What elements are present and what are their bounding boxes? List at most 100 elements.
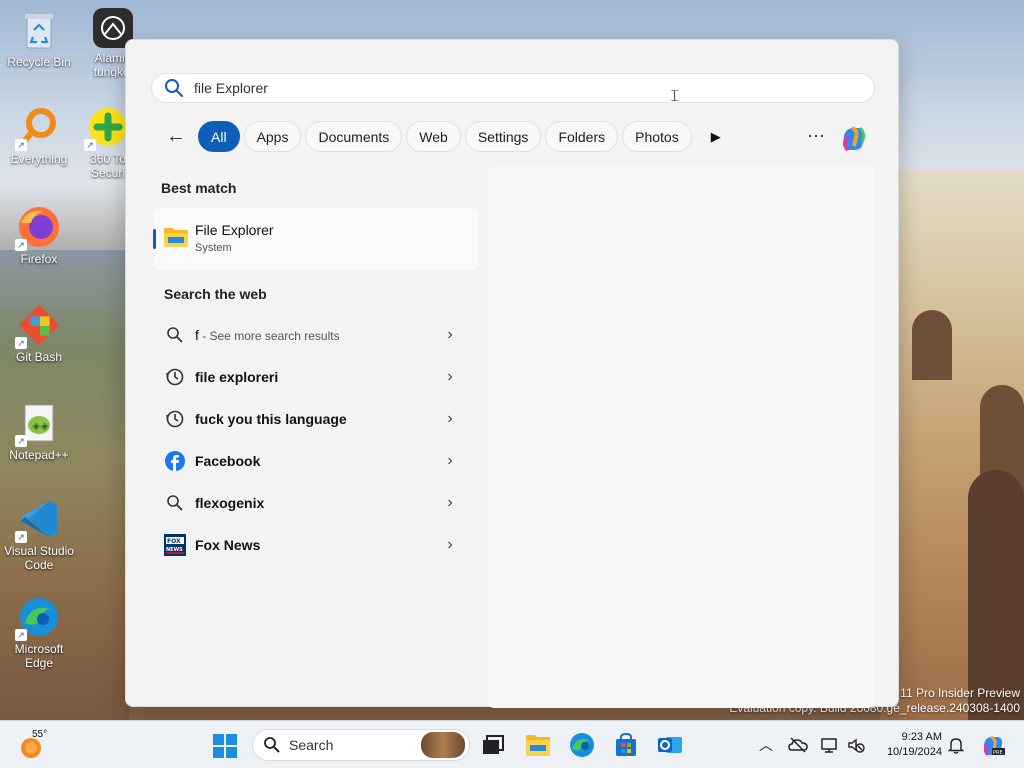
web-result-row[interactable]: fuck you this language › [154, 400, 478, 438]
search-box[interactable] [151, 73, 875, 103]
shortcut-arrow-icon: ↗ [15, 629, 27, 641]
svg-text:PRE: PRE [993, 750, 1003, 756]
filter-apps[interactable]: Apps [243, 121, 302, 152]
desktop-icon-label: Notepad++ [9, 448, 69, 462]
desktop-icon-recycle-bin[interactable]: Recycle Bin [0, 8, 78, 69]
filter-photos[interactable]: Photos [622, 121, 692, 152]
chevron-right-icon[interactable]: › [440, 368, 460, 386]
wallpaper-right [880, 170, 1024, 720]
desktop-icon-everything[interactable]: ↗ Everything [0, 105, 78, 166]
desktop-icon-firefox[interactable]: ↗ Firefox [0, 205, 78, 266]
chevron-right-icon[interactable]: › [440, 410, 460, 428]
filter-settings[interactable]: Settings [464, 121, 542, 152]
chevron-right-icon[interactable]: › [440, 452, 460, 470]
search-icon [264, 737, 280, 753]
copilot-preview-icon[interactable]: PRE [980, 732, 1006, 758]
build-watermark-line1: 11 Pro Insider Preview [900, 686, 1020, 700]
web-result-row[interactable]: FOX NEWS Fox News › [154, 526, 478, 564]
search-icon [165, 79, 184, 98]
system-clock[interactable]: 9:23 AM 10/19/2024 [878, 730, 942, 760]
filter-folders[interactable]: Folders [545, 121, 619, 152]
search-icon [164, 492, 186, 514]
desktop-icon-label: Firefox [20, 252, 58, 266]
clock-time: 9:23 AM [901, 731, 942, 743]
web-result-row[interactable]: file exploreri › [154, 358, 478, 396]
search-highlight-image [421, 732, 465, 758]
filter-web[interactable]: Web [406, 121, 461, 152]
copilot-icon[interactable] [838, 122, 870, 154]
web-result-row[interactable]: Facebook › [154, 442, 478, 480]
360-security-icon: ↗ [84, 105, 130, 151]
search-web-heading: Search the web [164, 286, 267, 302]
windows-start-icon[interactable] [212, 733, 238, 759]
desktop-icon-label: Recycle Bin [7, 55, 71, 69]
svg-text:++: ++ [32, 421, 49, 432]
best-match-heading: Best match [161, 180, 237, 196]
more-options-button[interactable]: ··· [802, 122, 830, 152]
weather-temperature: 55° [32, 729, 48, 740]
filter-bar: ← All Apps Documents Web Settings Folder… [162, 121, 730, 152]
desktop-icon-git-bash[interactable]: ↗ Git Bash [0, 303, 78, 364]
task-view-icon[interactable] [480, 732, 506, 758]
start-search-panel: 𝙸 ← All Apps Documents Web Settings Fold… [125, 39, 899, 708]
web-result-row[interactable]: flexogenix › [154, 484, 478, 522]
shortcut-arrow-icon: ↗ [15, 337, 27, 349]
chevron-right-icon[interactable]: › [440, 326, 460, 344]
web-result-row[interactable]: f - See more search results › [154, 316, 478, 354]
search-input[interactable] [194, 80, 794, 96]
best-match-subtitle: System [195, 242, 232, 254]
firefox-icon: ↗ [15, 205, 61, 251]
back-arrow-icon[interactable]: ← [162, 122, 190, 152]
desktop-icon-label: Visual Studio Code [4, 544, 74, 572]
notification-bell-icon[interactable] [946, 735, 966, 755]
shortcut-arrow-icon: ↗ [15, 139, 27, 151]
shortcut-arrow-icon: ↗ [15, 435, 27, 447]
scroll-filters-right-icon[interactable]: ▶ [702, 122, 730, 152]
web-result-text: Fox News [195, 537, 261, 553]
volume-muted-icon[interactable] [846, 735, 866, 755]
everything-search-icon: ↗ [15, 105, 61, 151]
file-explorer-folder-icon [164, 228, 188, 247]
shortcut-arrow-icon: ↗ [15, 531, 27, 543]
preview-pane [488, 167, 874, 708]
clock-date: 10/19/2024 [886, 746, 942, 758]
chevron-right-icon[interactable]: › [440, 536, 460, 554]
onedrive-icon[interactable] [788, 735, 808, 755]
taskbar: 55° Search ︿ 9:23 AM 10/19/2024 PRE [0, 720, 1024, 768]
desktop-icon-edge[interactable]: ↗ Microsoft Edge [0, 595, 78, 670]
text-cursor-icon: 𝙸 [669, 88, 681, 105]
desktop-icon-label: Git Bash [15, 350, 63, 364]
network-icon[interactable] [820, 735, 840, 755]
desktop-icon-notepad-plus-plus[interactable]: ++ ↗ Notepad++ [0, 401, 78, 462]
show-hidden-icons-chevron-icon[interactable]: ︿ [756, 735, 776, 755]
shortcut-arrow-icon: ↗ [84, 139, 96, 151]
history-icon [164, 408, 186, 430]
git-bash-icon: ↗ [15, 303, 61, 349]
history-icon [164, 366, 186, 388]
notepad-plus-plus-icon: ++ ↗ [15, 401, 61, 447]
desktop-icon-vscode[interactable]: ↗ Visual Studio Code [0, 497, 78, 572]
edge-icon: ↗ [15, 595, 61, 641]
best-match-name: File Explorer [195, 222, 274, 238]
desktop-icon-label: Microsoft Edge [14, 642, 64, 670]
outlook-icon[interactable] [657, 732, 683, 758]
desktop-icon-label: Everything [10, 152, 68, 166]
search-icon [164, 324, 186, 346]
vscode-icon: ↗ [15, 497, 61, 543]
svg-text:FOX: FOX [167, 538, 181, 545]
fox-news-icon: FOX NEWS [164, 534, 186, 556]
file-explorer-icon[interactable] [525, 732, 551, 758]
taskbar-search-label: Search [289, 737, 334, 753]
selection-indicator [153, 229, 156, 249]
chevron-right-icon[interactable]: › [440, 494, 460, 512]
web-result-text: flexogenix [195, 495, 265, 511]
filter-documents[interactable]: Documents [305, 121, 403, 152]
recycle-bin-icon [17, 8, 61, 52]
edge-icon[interactable] [569, 732, 595, 758]
store-icon[interactable] [613, 732, 639, 758]
shortcut-arrow-icon: ↗ [15, 239, 27, 251]
best-match-item[interactable]: File Explorer System [153, 208, 478, 270]
taskbar-search[interactable]: Search [252, 729, 470, 761]
web-result-text: file exploreri [195, 369, 279, 385]
filter-all[interactable]: All [198, 121, 240, 152]
